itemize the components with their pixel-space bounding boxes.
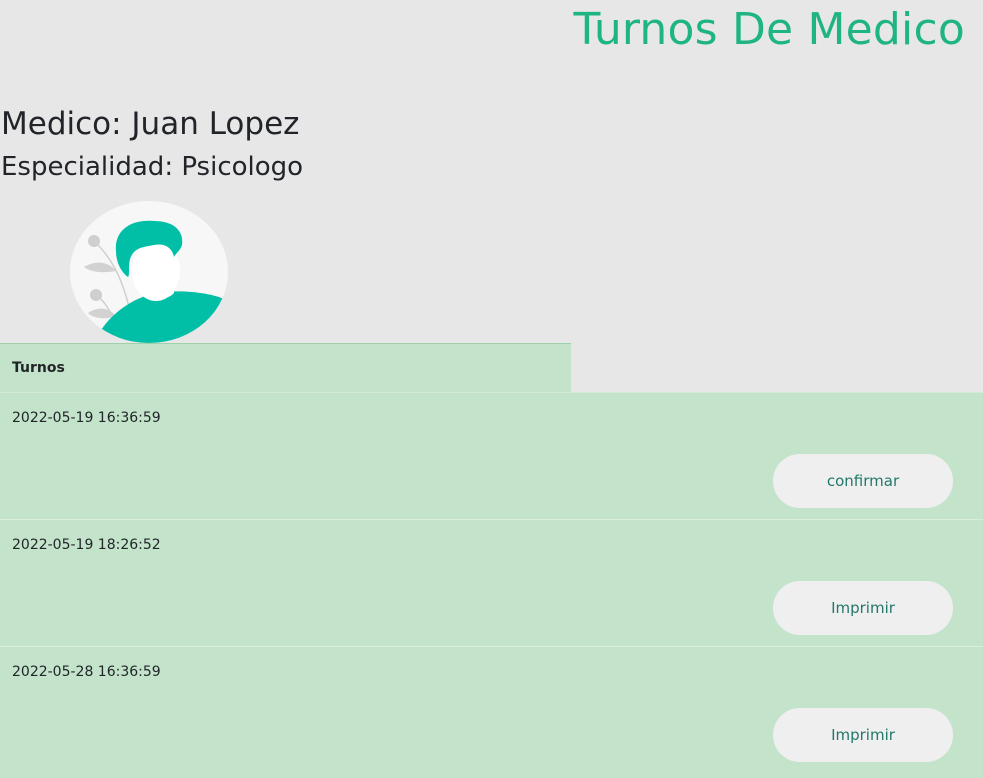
print-button[interactable]: Imprimir xyxy=(773,708,953,762)
person-avatar-icon xyxy=(70,201,228,343)
appointment-datetime: 2022-05-19 16:36:59 xyxy=(12,410,161,426)
avatar xyxy=(70,201,228,343)
page-title: Turnos De Medico xyxy=(573,4,965,55)
doctor-specialty: Especialidad: Psicologo xyxy=(1,152,304,182)
doctor-name: Medico: Juan Lopez xyxy=(1,106,300,142)
appointment-datetime: 2022-05-19 18:26:52 xyxy=(12,537,161,553)
table-row: 2022-05-28 16:36:59 Imprimir xyxy=(0,646,983,773)
table-row: 2022-05-19 16:36:59 confirmar xyxy=(0,392,983,519)
print-button[interactable]: Imprimir xyxy=(773,581,953,635)
appointment-datetime: 2022-05-28 16:36:59 xyxy=(12,664,161,680)
appointments-list: 2022-05-19 16:36:59 confirmar 2022-05-19… xyxy=(0,392,983,778)
table-row: 2022-05-19 18:26:52 Imprimir xyxy=(0,519,983,646)
confirm-button[interactable]: confirmar xyxy=(773,454,953,508)
table-header-turnos: Turnos xyxy=(12,360,65,376)
table-header: Turnos xyxy=(0,343,571,392)
